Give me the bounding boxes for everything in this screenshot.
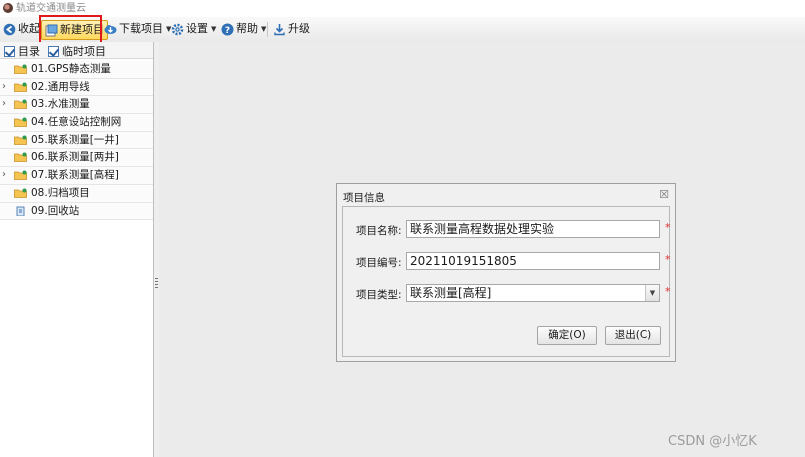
folder-icon [14, 99, 27, 110]
folder-icon [14, 82, 27, 92]
dropdown-caret-icon: ▼ [211, 25, 217, 33]
folder-icon [14, 188, 27, 198]
settings-label: 设置 [186, 22, 208, 35]
chevron-down-icon[interactable]: ▼ [645, 285, 659, 301]
sidebar-tabs: 目录 临时项目 [0, 42, 153, 59]
back-arrow-icon [3, 23, 16, 35]
download-project-button[interactable]: 下载项目 ▼ [104, 20, 171, 38]
close-icon[interactable]: ☒ [659, 188, 669, 201]
tree-item[interactable]: 09.回收站 [0, 202, 153, 221]
required-mark: * [665, 253, 671, 266]
tree-item[interactable]: 01.GPS静态测量 [0, 61, 153, 79]
project-name-input[interactable]: 联系测量高程数据处理实验 [406, 220, 660, 238]
required-mark: * [665, 285, 671, 298]
tree-item[interactable]: › 02.通用导线 [0, 78, 153, 97]
tree-item-label: 09.回收站 [31, 204, 80, 217]
project-tree: 01.GPS静态测量 › 02.通用导线 › 03.水准测量 04.任意设站控制网 05.联… [0, 61, 153, 221]
project-sidebar: 目录 临时项目 01.GPS静态测量 › 02.通用导线 › 03.水准测量 04.任意设… [0, 42, 154, 457]
folder-icon [14, 135, 27, 145]
toolbar-separator [267, 22, 268, 37]
annotation-highlight-box [39, 15, 102, 45]
collapse-label: 收起 [18, 22, 40, 35]
project-type-value: 联系测量[高程] [410, 286, 492, 300]
recycle-bin-icon [16, 206, 25, 216]
tab-temporary-projects[interactable]: 临时项目 [48, 43, 106, 59]
folder-icon [14, 170, 27, 181]
expand-chevron-icon[interactable]: › [2, 96, 6, 113]
tree-item[interactable]: 06.联系测量[两井] [0, 149, 153, 168]
ok-button[interactable]: 确定(O) [537, 326, 597, 345]
exit-button[interactable]: 退出(C) [605, 326, 661, 345]
checkbox-icon[interactable] [48, 45, 59, 57]
checkbox-icon[interactable] [4, 45, 15, 57]
tree-item-label: 04.任意设站控制网 [31, 116, 122, 129]
tree-item[interactable]: 05.联系测量[一井] [0, 131, 153, 150]
watermark: CSDN @小忆K [668, 434, 757, 449]
tree-item[interactable]: 04.任意设站控制网 [0, 114, 153, 132]
tree-item-label: 08.归档项目 [31, 186, 90, 199]
grip-icon [155, 278, 158, 290]
tree-item[interactable]: › 07.联系测量[高程] [0, 167, 153, 185]
collapse-button[interactable]: 收起 [3, 20, 40, 38]
expand-chevron-icon[interactable]: › [2, 79, 6, 96]
tab-directory-label: 目录 [18, 45, 40, 58]
download-project-label: 下载项目 [119, 22, 163, 35]
settings-button[interactable]: 设置 ▼ [171, 20, 216, 38]
project-type-select[interactable]: 联系测量[高程] ▼ [406, 284, 660, 302]
upgrade-label: 升级 [288, 22, 310, 35]
tab-directory[interactable]: 目录 [4, 43, 40, 59]
help-icon: ? [221, 23, 234, 36]
project-name-label: 项目名称: [356, 225, 402, 237]
tree-item-label: 07.联系测量[高程] [31, 169, 119, 182]
folder-icon [14, 64, 27, 74]
tab-temporary-projects-label: 临时项目 [62, 45, 106, 58]
required-mark: * [665, 221, 671, 234]
folder-icon [14, 152, 27, 163]
cloud-download-icon [104, 24, 117, 34]
tree-item[interactable]: › 03.水准测量 [0, 96, 153, 115]
gear-icon [171, 23, 184, 35]
dialog-title: 项目信息 [343, 192, 385, 204]
tree-item-label: 05.联系测量[一井] [31, 133, 119, 146]
folder-icon [14, 117, 27, 127]
dialog-body: 项目名称: 联系测量高程数据处理实验 * 项目编号: 2021101915180… [342, 206, 671, 357]
help-button[interactable]: ? 帮助 ▼ [221, 20, 266, 38]
tree-item-label: 06.联系测量[两井] [31, 151, 119, 164]
toolbar: 收起 新建项目 下载项目 ▼ 设置 ▼ ? 帮助 ▼ 升级 [0, 17, 805, 43]
project-type-label: 项目类型: [356, 289, 402, 301]
tree-item-label: 02.通用导线 [31, 80, 90, 93]
tree-item-label: 01.GPS静态测量 [31, 63, 111, 75]
download-arrow-icon [274, 23, 285, 35]
project-number-input[interactable]: 20211019151805 [406, 252, 660, 270]
title-bar: 轨道交通测量云 [0, 0, 805, 17]
project-info-dialog: 项目信息 ☒ 项目名称: 联系测量高程数据处理实验 * 项目编号: 202110… [336, 183, 676, 362]
svg-text:?: ? [225, 26, 230, 36]
dropdown-caret-icon: ▼ [261, 25, 267, 33]
expand-chevron-icon[interactable]: › [2, 167, 6, 184]
app-logo-icon [3, 3, 13, 13]
project-number-label: 项目编号: [356, 257, 402, 269]
help-label: 帮助 [236, 22, 258, 35]
tree-item-label: 03.水准测量 [31, 98, 90, 111]
upgrade-button[interactable]: 升级 [273, 20, 310, 38]
tree-item[interactable]: 08.归档项目 [0, 184, 153, 203]
